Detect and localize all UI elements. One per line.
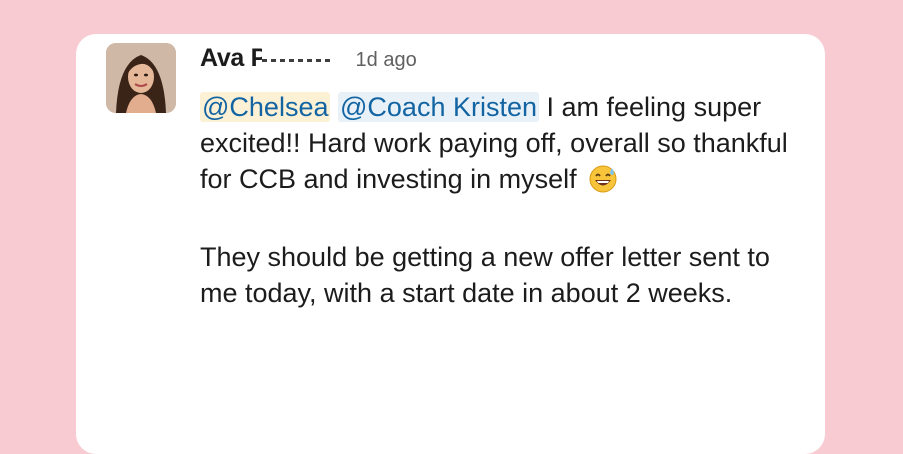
avatar-photo: [106, 43, 176, 113]
message-body: @Chelsea @Coach Kristen I am feeling sup…: [200, 89, 800, 311]
message-paragraph-2: They should be getting a new offer lette…: [200, 242, 770, 308]
redaction-mark: [262, 48, 340, 74]
message-text-line1: I am feeling: [539, 92, 687, 122]
avatar[interactable]: [106, 43, 176, 113]
message-header: Ava P 1d ago: [200, 44, 417, 80]
message-paragraph-1: @Chelsea @Coach Kristen I am feeling sup…: [200, 89, 800, 203]
message-card: Ava P 1d ago @Chelsea @Coach Kristen I a…: [76, 34, 825, 454]
grinning-face-with-sweat-icon: [588, 164, 618, 203]
mention-chelsea[interactable]: @Chelsea: [200, 92, 331, 122]
author-name[interactable]: Ava P: [200, 44, 340, 74]
mention-coach-kristen[interactable]: @Coach Kristen: [338, 92, 539, 122]
timestamp[interactable]: 1d ago: [356, 49, 417, 71]
